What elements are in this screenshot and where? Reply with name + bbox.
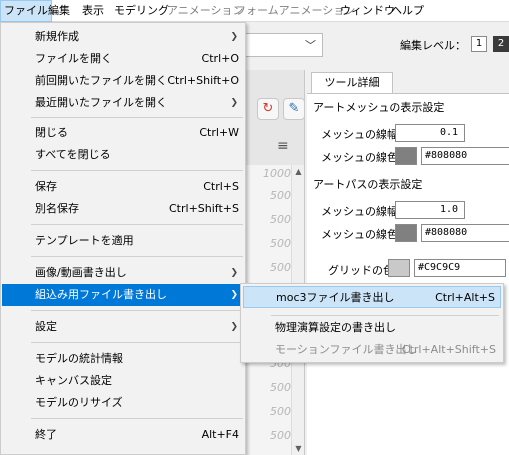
art-mesh-color-field[interactable]: #808080 <box>421 147 509 165</box>
art-mesh-line-width-label: メッシュの線幅 <box>321 128 398 141</box>
submenu-arrow-icon: ❯ <box>230 268 238 278</box>
pin-icon[interactable]: ✎ <box>283 98 305 120</box>
menu-separator <box>31 170 243 171</box>
reset-icon[interactable]: ↻ <box>257 98 279 120</box>
art-path-color-field[interactable]: #808080 <box>421 224 509 242</box>
submenu-arrow-icon: ❯ <box>230 290 238 300</box>
menu-item-close-all[interactable]: すべてを閉じる <box>2 144 244 166</box>
menu-item-save[interactable]: 保存 Ctrl+S <box>2 176 244 198</box>
chevron-down-icon: ﹀ <box>305 39 316 52</box>
menu-item-export-motion: モーションファイル書き出し Ctrl+Alt+Shift+S <box>275 343 496 356</box>
art-path-line-width-field[interactable]: 1.0 <box>395 201 465 219</box>
menu-separator <box>31 224 243 225</box>
menu-item-export-physics[interactable]: 物理演算設定の書き出し <box>243 317 501 339</box>
grid-color-label: グリッドの色 <box>328 264 394 277</box>
menu-item-open-previous[interactable]: 前回開いたファイルを開く Ctrl+Shift+O <box>2 70 244 92</box>
edit-level-1-button[interactable]: 1 <box>471 36 487 52</box>
menu-item-new[interactable]: 新規作成 ❯ <box>2 26 244 48</box>
menu-item-open-recent[interactable]: 最近開いたファイルを開く ❯ <box>2 92 244 114</box>
art-path-section-title: アートパスの表示設定 <box>313 178 423 191</box>
menu-item-export-moc3[interactable]: moc3ファイル書き出し Ctrl+Alt+S <box>243 286 501 308</box>
menu-item-export-image-video[interactable]: 画像/動画書き出し ❯ <box>2 262 244 284</box>
grid-color-field[interactable]: #C9C9C9 <box>414 259 506 277</box>
grid-color-row: グリッドの色 #C9C9C9 <box>304 255 509 282</box>
ruler-tick: 500 <box>270 237 291 250</box>
menu-separator <box>271 315 499 316</box>
export-submenu: moc3ファイル書き出し Ctrl+Alt+S 物理演算設定の書き出し モーショ… <box>240 283 504 363</box>
menu-help[interactable]: ヘルプ <box>388 0 427 22</box>
art-mesh-color-swatch[interactable] <box>395 147 417 165</box>
ruler-tick: 500 <box>270 261 291 274</box>
menu-modeling[interactable]: モデリング <box>111 0 172 22</box>
ruler-tick: 500 <box>270 405 291 418</box>
menu-separator <box>31 256 243 257</box>
menu-bar: ファイル 編集 表示 モデリング アニメーション フォームアニメーション ウィン… <box>0 0 509 22</box>
menu-item-settings[interactable]: 設定 ❯ <box>2 316 244 338</box>
ruler-tick: 1000 <box>263 167 291 180</box>
menu-item-resize-model[interactable]: モデルのリサイズ <box>2 392 244 414</box>
menu-item-exit[interactable]: 終了 Alt+F4 <box>2 424 244 446</box>
menu-item-export-embedded[interactable]: 組込み用ファイル書き出し ❯ <box>2 284 244 306</box>
menu-view[interactable]: 表示 <box>79 0 107 22</box>
menu-item-canvas-settings[interactable]: キャンバス設定 <box>2 370 244 392</box>
menu-item-model-statistics[interactable]: モデルの統計情報 <box>2 348 244 370</box>
art-path-line-width-label: メッシュの線幅 <box>321 205 398 218</box>
art-mesh-line-color-label: メッシュの線色 <box>321 151 398 164</box>
edit-level-2-button[interactable]: 2 <box>493 36 509 52</box>
menu-edit[interactable]: 編集 <box>45 0 73 22</box>
hamburger-menu-icon[interactable]: ≡ <box>277 138 289 154</box>
tab-tool-detail[interactable]: ツール詳細 <box>311 72 393 93</box>
art-path-line-color-label: メッシュの線色 <box>321 228 398 241</box>
submenu-arrow-icon: ❯ <box>230 32 238 42</box>
menu-item-save-as[interactable]: 別名保存 Ctrl+Shift+S <box>2 198 244 220</box>
menu-item-open[interactable]: ファイルを開く Ctrl+O <box>2 48 244 70</box>
ruler-tick: 500 <box>270 213 291 226</box>
submenu-arrow-icon: ❯ <box>230 98 238 108</box>
ruler-tick: 500 <box>270 429 291 442</box>
menu-separator <box>31 117 243 118</box>
edit-level-label: 編集レベル： <box>400 39 466 52</box>
art-mesh-line-width-field[interactable]: 0.1 <box>395 124 465 142</box>
art-path-color-swatch[interactable] <box>395 224 417 242</box>
menu-item-apply-template[interactable]: テンプレートを適用 <box>2 230 244 252</box>
grid-color-swatch[interactable] <box>388 259 410 277</box>
file-menu: 新規作成 ❯ ファイルを開く Ctrl+O 前回開いたファイルを開く Ctrl+… <box>0 22 246 455</box>
menu-separator <box>31 342 243 343</box>
timeline-toolbar: ↻ ✎ <box>249 98 305 124</box>
ruler-tick: 500 <box>270 381 291 394</box>
timeline-panel: ↻ ✎ ≡ 1000 500 500 500 500 500 500 500 5… <box>240 70 305 455</box>
art-mesh-section-title: アートメッシュの表示設定 <box>313 101 445 114</box>
submenu-arrow-icon: ❯ <box>230 322 238 332</box>
menu-item-close[interactable]: 閉じる Ctrl+W <box>2 122 244 144</box>
ruler-tick: 500 <box>270 189 291 202</box>
menu-separator <box>31 418 243 419</box>
menu-separator <box>31 310 243 311</box>
